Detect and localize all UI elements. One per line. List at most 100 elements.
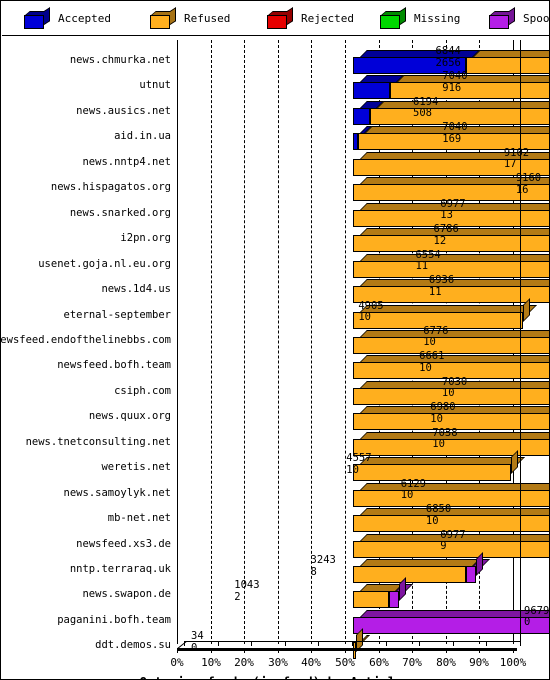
bar-segment-top — [360, 329, 549, 337]
category-label: usenet.goja.nl.eu.org — [38, 257, 171, 270]
x-tick — [311, 648, 312, 653]
x-tick — [379, 648, 380, 653]
x-tick — [244, 648, 245, 653]
category-label: nntp.terraraq.uk — [69, 563, 171, 575]
bar-segment-top — [396, 75, 549, 83]
category-label: eternal-september — [63, 308, 171, 321]
bar-value-secondary: 0 — [524, 616, 531, 629]
bar-value-total: 6850 — [425, 503, 452, 516]
bar-value-label: 6844 2656 — [435, 45, 461, 69]
bar-value-label: 7040 916 — [442, 71, 467, 94]
x-tick — [278, 648, 279, 653]
bar-value-secondary: 10 — [400, 489, 414, 502]
x-tick-back — [251, 641, 252, 646]
bar-value-label: 6194 508 — [413, 96, 438, 120]
bar-segment-top — [360, 253, 549, 261]
chart-legend: Accepted Refused Rejected Missing Spooled — [2, 2, 550, 36]
gridline — [244, 40, 245, 644]
x-tick — [345, 648, 346, 653]
x-tick-back — [352, 641, 353, 646]
category-label: news.chmurka.net — [69, 54, 171, 66]
bar-value-label: 6936 11 — [429, 275, 454, 298]
bar-value-label: 6776 10 — [423, 325, 448, 349]
bar-value-secondary: 13 — [440, 209, 453, 222]
bar-value-secondary: 9 — [440, 540, 447, 553]
legend-item-label: Spooled — [523, 12, 550, 25]
cube-icon — [150, 7, 176, 29]
x-axis-line — [177, 648, 517, 651]
x-tick — [177, 648, 178, 653]
legend-item-label: Refused — [184, 12, 231, 25]
x-tick-back — [285, 641, 286, 646]
legend-item-label: Accepted — [58, 12, 111, 25]
x-tick-back — [486, 641, 487, 646]
category-label: news.snarked.org — [69, 206, 171, 219]
bar-value-secondary: 11 — [428, 285, 442, 298]
category-label: newsfeed.bofh.team — [57, 359, 171, 372]
bar-end-face — [399, 577, 407, 602]
bar-value-secondary: 11 — [415, 260, 429, 273]
x-tick-back — [318, 641, 319, 646]
bar-value-secondary: 916 — [442, 81, 462, 94]
category-label: newsfeed.endofthelinebbs.com — [0, 333, 171, 346]
bar-value-total: 3243 — [310, 554, 336, 566]
bar-value-secondary: 8 — [310, 565, 317, 578]
bar-value-secondary: 0 — [191, 641, 198, 654]
category-label: news.nntp4.net — [82, 155, 171, 168]
bar-value-label: 6977 13 — [440, 198, 465, 222]
category-label: csiph.com — [114, 384, 171, 397]
bar-value-secondary: 10 — [423, 336, 436, 349]
bar-value-label: 7038 10 — [432, 427, 457, 451]
bar-end-face — [511, 450, 519, 475]
chart-root: Accepted Refused Rejected Missing Spooled Ou… — [0, 0, 550, 680]
axis-corner — [177, 641, 187, 649]
category-label: newsfeed.xs3.de — [76, 537, 171, 550]
bar-segment-top — [360, 559, 480, 566]
bar-value-secondary: 10 — [358, 311, 371, 323]
plot-area: Outgoing feeds (innfeed) by Articles new… — [0, 36, 549, 679]
category-label: news.tnetconsulting.net — [25, 435, 171, 448]
bar-value-label: 4905 10 — [358, 300, 383, 324]
x-axis-title: Outgoing feeds (innfeed) by Articles — [1, 674, 549, 679]
bar-value-label: 6850 10 — [426, 504, 451, 527]
bar-value-secondary: 10 — [430, 412, 443, 425]
bar-segment-top — [472, 50, 549, 57]
bar-value-label: 1043 2 — [234, 580, 259, 603]
x-tick-back — [453, 641, 454, 646]
bar-value-label: 7030 10 — [442, 376, 467, 400]
bar-segment-spooled — [389, 591, 400, 609]
category-label: mb-net.net — [107, 512, 171, 525]
bar-value-label: 6980 10 — [430, 402, 455, 425]
bar-segment-refused — [353, 591, 390, 609]
bar-segment-top — [360, 50, 480, 57]
legend-item-label: Rejected — [301, 12, 354, 25]
right-wall — [520, 40, 521, 642]
category-label: news.1d4.us — [101, 283, 171, 296]
x-tick — [513, 648, 514, 653]
category-label: utnut — [139, 79, 171, 92]
bar-value-label: 6977 9 — [440, 529, 465, 553]
cube-icon — [24, 7, 50, 29]
bar-value-secondary: 508 — [413, 107, 432, 120]
bar-value-label: 3243 8 — [310, 554, 336, 578]
bar-value-total: 6844 — [435, 45, 461, 57]
bar-segment-top — [360, 457, 526, 465]
bar-segment-refused — [353, 464, 512, 482]
bar-value-secondary: 10 — [419, 361, 432, 374]
bar-segment-accepted — [353, 82, 390, 100]
bar-value-secondary: 2 — [234, 590, 241, 603]
bar-value-label: 6129 10 — [400, 478, 426, 502]
x-tick-back — [520, 641, 521, 646]
x-tick-back — [386, 641, 387, 646]
bar-value-secondary: 10 — [425, 514, 439, 527]
bar-value-total: 6786 — [433, 223, 459, 236]
bar-segment-top — [360, 609, 549, 617]
cube-icon — [267, 7, 293, 29]
bar-value-total: 4557 — [346, 452, 372, 465]
gridline — [345, 40, 346, 644]
gridline — [211, 40, 212, 644]
bar-segment-top — [360, 482, 549, 490]
bar-segment-top — [360, 508, 549, 516]
bar-value-secondary: 10 — [346, 463, 359, 476]
category-label: weretis.net — [101, 461, 171, 474]
